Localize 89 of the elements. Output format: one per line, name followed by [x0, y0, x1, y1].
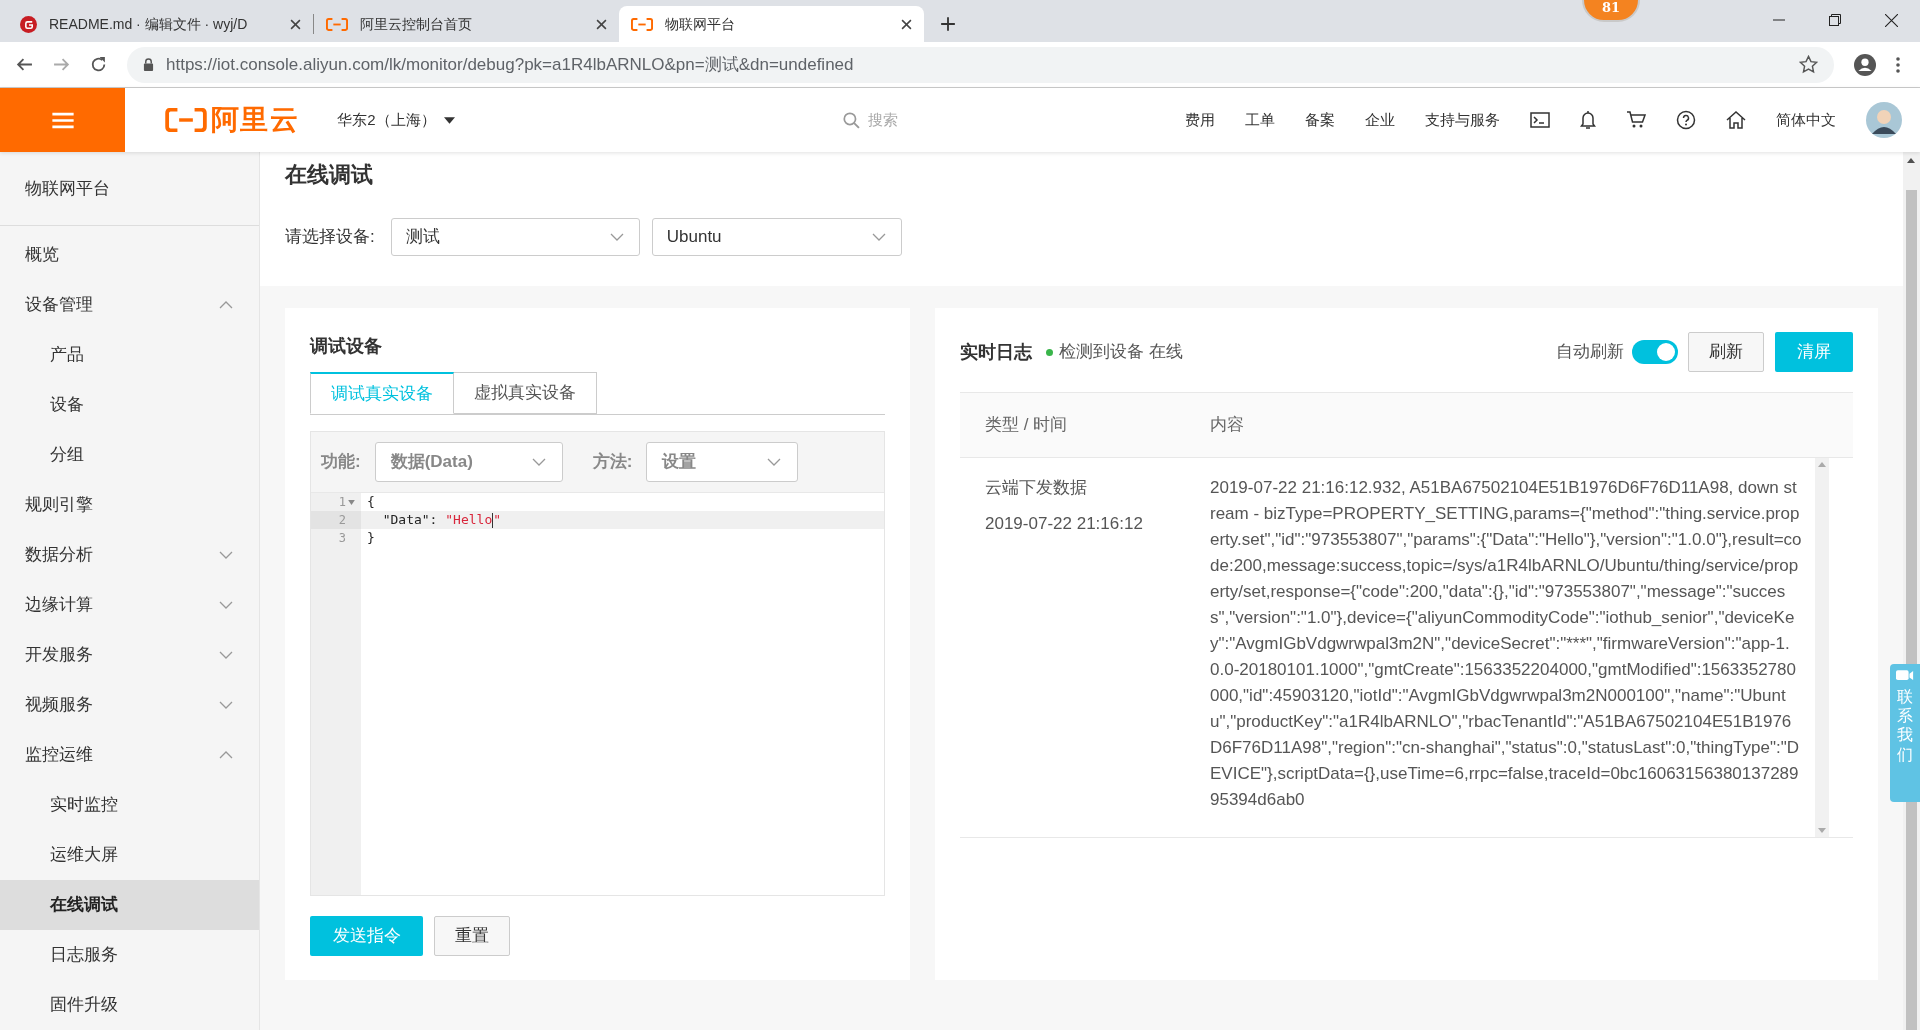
url-text: https://iot.console.aliyun.com/lk/monitor/debug?pk=a1R4lbARNLO&pn=测试&dn=undefined [166, 53, 855, 76]
code-line: { [366, 493, 376, 511]
close-icon[interactable] [901, 18, 912, 30]
reset-button[interactable]: 重置 [434, 916, 510, 956]
sidebar-item[interactable]: 设备 [0, 380, 259, 430]
tab-title: 物联网平台 [665, 14, 736, 34]
log-time: 2019-07-22 21:16:12 [985, 513, 1144, 535]
browser-tab[interactable]: 物联网平台 [619, 6, 924, 42]
site-icon [20, 15, 37, 33]
bracket-logo-icon [326, 17, 348, 31]
device-select[interactable]: Ubuntu [651, 218, 902, 256]
page-title: 在线调试 [285, 161, 374, 189]
code-line: } [366, 529, 376, 547]
column-header: 类型 / 时间 [985, 414, 1069, 437]
home-icon[interactable] [1726, 111, 1746, 129]
tab[interactable]: 虚拟真实设备 [454, 372, 597, 414]
sidebar-group[interactable]: 设备管理 [0, 280, 259, 330]
bell-icon[interactable] [1580, 110, 1596, 130]
auto-refresh-toggle[interactable] [1632, 340, 1678, 364]
sidebar-group[interactable]: 开发服务 [0, 630, 259, 680]
panel-title: 调试设备 [310, 335, 383, 358]
method-select[interactable]: 设置 [646, 442, 799, 482]
log-type: 云端下发数据 [985, 477, 1088, 499]
sidebar-group[interactable]: 数据分析 [0, 530, 259, 580]
lock-icon [143, 58, 154, 71]
region-selector[interactable]: 华东2（上海） [337, 108, 455, 132]
back-icon[interactable] [16, 56, 33, 73]
line-number: 1 [338, 494, 346, 511]
menu-icon [51, 111, 74, 129]
field-label: 方法: [592, 451, 633, 474]
logo-text: 阿里云 [211, 103, 300, 137]
line-number: 3 [338, 530, 346, 547]
terminal-icon[interactable] [1530, 112, 1550, 128]
bracket-logo-icon [165, 108, 207, 132]
column-header: 内容 [1210, 414, 1244, 437]
search-icon [842, 111, 860, 129]
browser-tab[interactable]: README.md · 编辑文件 · wyj/D [8, 6, 313, 42]
panel-title: 实时日志 [960, 340, 1032, 364]
sidebar-item[interactable]: 在线调试 [0, 880, 259, 930]
sidebar-group[interactable]: 视频服务 [0, 680, 259, 730]
sidebar-item[interactable]: 规则引擎 [0, 480, 259, 530]
bracket-logo-icon [631, 17, 653, 31]
help-icon[interactable] [1676, 110, 1696, 130]
caret-icon [443, 116, 455, 124]
nav-link[interactable]: 企业 [1365, 108, 1395, 132]
close-icon[interactable] [1885, 13, 1898, 27]
restore-icon[interactable] [1829, 14, 1841, 26]
text-cursor [492, 512, 494, 528]
new-tab-icon[interactable] [940, 16, 956, 32]
tab-title: 阿里云控制台首页 [360, 14, 473, 34]
sidebar-item[interactable]: 分组 [0, 430, 259, 480]
status-text: 检测到设备 在线 [1059, 341, 1183, 364]
nav-link[interactable]: 支持与服务 [1425, 108, 1500, 132]
contact-text: 联系我们 [1897, 687, 1913, 764]
field-label: 功能: [321, 451, 361, 474]
field-label: 请选择设备: [285, 226, 375, 249]
sidebar-group[interactable]: 监控运维 [0, 730, 259, 780]
code-editor[interactable]: 1 2 3 { "Data": "Hello" } [311, 493, 884, 895]
nav-link[interactable]: 工单 [1245, 108, 1275, 132]
nav-link[interactable]: 备案 [1305, 108, 1335, 132]
log-content: 2019-07-22 21:16:12.932, A51BA67502104E51B1976D6F76D11A98, down stream - bizType=PROPERTY_SETTING,params={"method":"thing.service.property.set","id":"973553807","params":{"Data":"Hello"},"version":"1.0.0"},result=code:200,message:success,topic=/sys/a1R4lbARNLO/Ubuntu/thing/service/property/set,response={"code":200,"data":{},"id":"973553807","message":"success","version":"1.0"},device={"aliyunCommodityCode":"iothub_senior","deviceKey":"AvgmIGbVdgwrwpal3m2N","deviceSecret":"***","firmwareVersion":"app-1.0.0-20180101.1000","gmtCreate":1563352204000,"gmtModified":1563352780000,"id":45903120,"iotId":"AvgmIGbVdgwrwpal3m2N000100","name":"Ubuntu","productKey":"a1R4lbARNLO","rbacTenantId":"A51BA67502104E51B1976D6F76D11A98","region":"cn-shanghai","status":0,"statusLast":0,"thingType":"DEVICE"},scriptData={},useTime=6,rrpc=false,traceId=0bc1606315638013728995394d6ab0 [1210, 477, 1802, 811]
account-icon[interactable] [1854, 53, 1876, 76]
line-number: 2 [338, 512, 346, 529]
refresh-button[interactable]: 刷新 [1688, 332, 1764, 372]
star-icon[interactable] [1799, 55, 1818, 74]
avatar-icon[interactable] [1866, 102, 1902, 138]
product-select[interactable]: 测试 [390, 218, 640, 256]
close-icon[interactable] [596, 18, 607, 30]
browser-tab[interactable]: 阿里云控制台首页 [314, 6, 619, 42]
toggle-label: 自动刷新 [1556, 341, 1624, 364]
sidebar-item[interactable]: 固件升级 [0, 980, 259, 1030]
scrollbar[interactable] [1815, 458, 1829, 837]
sidebar-item[interactable]: 日志服务 [0, 930, 259, 980]
sidebar-item[interactable]: 产品 [0, 330, 259, 380]
sidebar-group[interactable]: 边缘计算 [0, 580, 259, 630]
more-icon[interactable] [1896, 56, 1900, 73]
reload-icon[interactable] [90, 56, 107, 73]
tab-title: README.md · 编辑文件 · wyj/D [49, 14, 249, 34]
cart-icon[interactable] [1626, 111, 1646, 129]
close-icon[interactable] [290, 18, 301, 30]
sidebar-item[interactable]: 运维大屏 [0, 830, 259, 880]
language-link[interactable]: 简体中文 [1776, 108, 1836, 132]
function-select[interactable]: 数据(Data) [374, 442, 563, 482]
fold-icon[interactable] [348, 499, 355, 505]
sidebar-title: 物联网平台 [0, 152, 259, 226]
sidebar-item[interactable]: 概览 [0, 230, 259, 280]
sidebar-item[interactable]: 实时监控 [0, 780, 259, 830]
address-field[interactable]: https://iot.console.aliyun.com/lk/monitor/debug?pk=a1R4lbARNLO&pn=测试&dn=undefined [127, 46, 1834, 83]
nav-link[interactable]: 费用 [1185, 108, 1215, 132]
